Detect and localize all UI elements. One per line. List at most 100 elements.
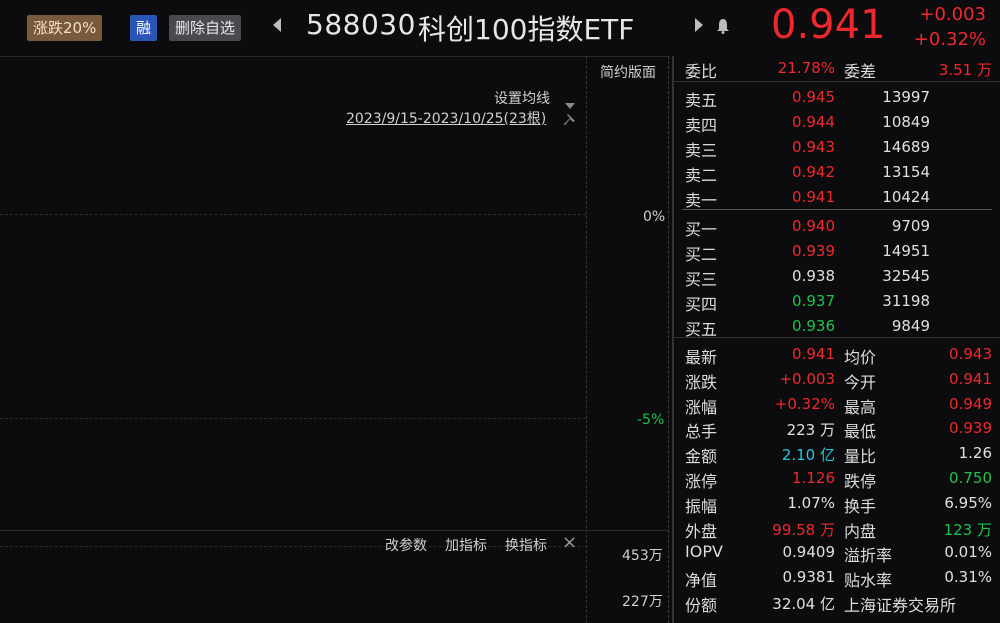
stats-value: 99.58 万 (772, 520, 835, 539)
order-diff-value: 3.51 万 (938, 61, 992, 79)
stats-row: 金额 2.10 亿量比 1.26 (674, 442, 1000, 467)
order-level-row[interactable]: 卖二 0.942 13154 (674, 161, 1000, 186)
order-level-volume: 10849 (882, 113, 930, 131)
stats-label: 总手 (685, 422, 718, 442)
stats-label: 净值 (685, 571, 718, 591)
quote-header: 涨跌20% 融 删除自选 588030 科创100指数ETF 0.941 +0.… (0, 0, 1000, 56)
order-level-price: 0.939 (792, 242, 835, 260)
order-level-label: 卖一 (685, 191, 718, 210)
stock-code: 588030 (306, 8, 416, 41)
stats-value: 223 万 (786, 421, 835, 440)
order-level-row[interactable]: 卖四 0.944 10849 (674, 111, 1000, 136)
pin-icon[interactable] (564, 111, 576, 130)
order-level-price: 0.938 (792, 267, 835, 285)
order-level-volume: 31198 (882, 292, 930, 310)
close-indicator-icon[interactable]: × (562, 532, 577, 553)
stats-label: IOPV (685, 542, 723, 562)
order-level-price: 0.943 (792, 138, 835, 156)
stats-label: 换手 (844, 496, 877, 516)
stats-label: 溢折率 (844, 546, 893, 566)
stats-row: IOPV 0.9409 溢折率 0.01% (674, 541, 1000, 566)
stats-label: 涨幅 (685, 397, 718, 417)
order-level-volume: 10424 (882, 188, 930, 206)
stats-label: 涨跌 (685, 372, 718, 392)
order-level-row[interactable]: 买一 0.940 9709 (674, 215, 1000, 240)
order-level-row[interactable]: 买三 0.938 32545 (674, 265, 1000, 290)
stats-value: 0.941 (792, 345, 835, 363)
date-range-label[interactable]: 2023/9/15-2023/10/25(23根) (346, 108, 546, 128)
last-price: 0.941 (771, 2, 886, 48)
stats-value: 1.126 (792, 469, 835, 487)
order-level-row[interactable]: 买二 0.939 14951 (674, 240, 1000, 265)
prev-stock-icon[interactable] (272, 17, 282, 37)
volume-panel-top-border (0, 530, 670, 531)
stats-label: 金额 (685, 447, 718, 467)
order-level-price: 0.944 (792, 113, 835, 131)
order-level-volume: 14951 (882, 242, 930, 260)
stats-label: 最新 (685, 348, 718, 367)
next-stock-icon[interactable] (694, 17, 704, 37)
order-level-row[interactable]: 卖三 0.943 14689 (674, 136, 1000, 161)
stock-name: 科创100指数ETF (418, 13, 635, 46)
order-level-row[interactable]: 卖一 0.941 10424 (674, 186, 1000, 211)
gridline-volume-high (0, 546, 586, 547)
axis-label-neg5-pct: -5% (637, 412, 665, 428)
stats-row: 涨停 1.126 跌停 0.750 (674, 467, 1000, 492)
order-level-price: 0.942 (792, 163, 835, 181)
stats-label: 最低 (844, 422, 877, 442)
bell-icon[interactable] (716, 18, 730, 38)
order-level-volume: 9709 (891, 217, 930, 235)
simple-layout-button[interactable]: 简约版面 (600, 62, 656, 82)
remove-watchlist-button[interactable]: 删除自选 (169, 15, 242, 41)
stats-value: 1.07% (787, 493, 835, 512)
order-level-price: 0.940 (792, 217, 835, 235)
stats-value: 2.10 亿 (781, 446, 835, 465)
kline-chart-area[interactable]: 简约版面 设置均线 2023/9/15-2023/10/25(23根) 0% -… (0, 56, 670, 623)
stats-row: 最新 0.941 均价 0.943 (674, 343, 1000, 368)
stats-value: 0.939 (949, 419, 992, 438)
stats-value: 32.04 亿 (772, 595, 835, 613)
stats-label: 上海证券交易所 (844, 596, 957, 615)
stats-label: 内盘 (844, 521, 877, 541)
order-level-label: 卖三 (685, 141, 718, 160)
stats-row: 外盘 99.58 万内盘 123 万 (674, 517, 1000, 542)
chart-top-border (0, 56, 670, 57)
volume-axis-label-mid: 227万 (622, 594, 663, 610)
order-level-label: 买三 (685, 270, 718, 289)
stats-value: 0.01% (944, 543, 992, 562)
order-level-row[interactable]: 买五 0.936 9849 (674, 315, 1000, 340)
stats-value: 0.943 (949, 345, 992, 363)
stats-row: 总手 223 万最低 0.939 (674, 417, 1000, 442)
order-level-volume: 13997 (882, 88, 930, 106)
order-level-row[interactable]: 买四 0.937 31198 (674, 290, 1000, 315)
stats-label: 涨停 (685, 472, 718, 491)
stats-row: 净值 0.9381 贴水率 0.31% (674, 566, 1000, 591)
add-indicator-button[interactable]: 加指标 (445, 535, 487, 555)
set-ma-button[interactable]: 设置均线 (494, 88, 550, 108)
order-level-label: 卖四 (685, 116, 718, 135)
stats-label: 跌停 (844, 472, 877, 491)
order-level-volume: 9849 (891, 317, 930, 335)
order-level-price: 0.937 (792, 292, 835, 310)
order-level-volume: 14689 (882, 138, 930, 156)
stats-value: 0.941 (949, 369, 992, 388)
order-level-row[interactable]: 卖五 0.945 13997 (674, 86, 1000, 111)
order-level-label: 买五 (685, 320, 718, 339)
modify-params-button[interactable]: 改参数 (385, 535, 427, 555)
stats-label: 量比 (844, 447, 877, 467)
quote-detail-panel: 委比 21.78% 委差 3.51 万 卖五 0.945 13997 卖四 0.944 1… (672, 56, 1000, 623)
stats-value: 1.26 (958, 444, 992, 463)
axis-label-zero-pct: 0% (643, 209, 666, 225)
margin-trading-tag: 融 (130, 15, 158, 41)
stats-label: 份额 (685, 596, 718, 615)
order-level-label: 卖二 (685, 166, 718, 185)
chart-right-axis-line (586, 56, 587, 623)
stats-value: 0.9409 (782, 543, 836, 562)
change-indicator-button[interactable]: 换指标 (505, 535, 547, 555)
order-level-price: 0.941 (792, 188, 835, 206)
stats-label: 外盘 (685, 521, 718, 541)
order-level-label: 卖五 (685, 91, 718, 110)
order-level-price: 0.945 (792, 88, 835, 106)
stats-value: +0.003 (779, 369, 835, 388)
stats-label: 振幅 (685, 496, 718, 516)
